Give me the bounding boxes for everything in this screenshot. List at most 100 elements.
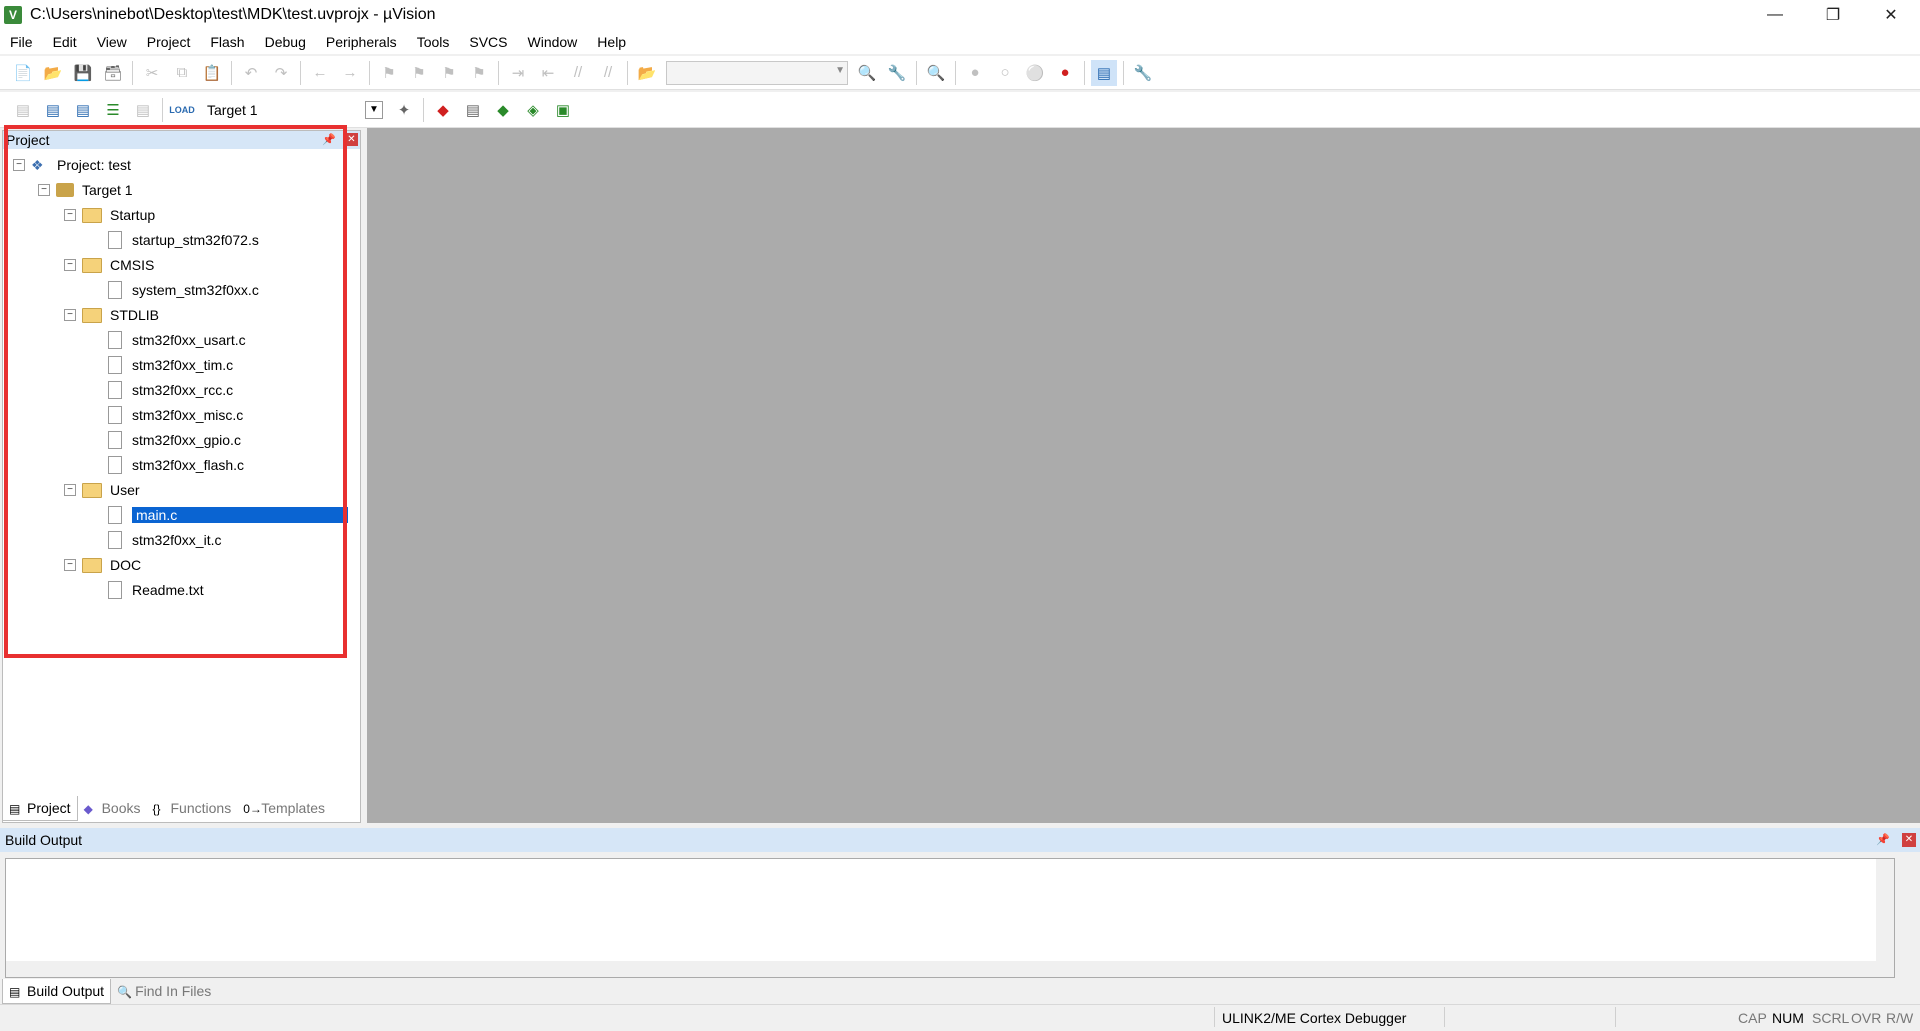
tree-item-target[interactable]: − Target 1 (38, 178, 133, 202)
file-extensions-icon[interactable]: ◆ (430, 97, 456, 123)
navigate-forward-icon[interactable]: → (337, 60, 363, 86)
tree-item-file[interactable]: Readme.txt (108, 578, 204, 602)
copy-icon[interactable]: ⧉ (169, 60, 195, 86)
uncomment-icon[interactable]: // (595, 60, 621, 86)
tree-item-folder[interactable]: − User (64, 478, 140, 502)
books-icon: ◆ (83, 802, 93, 816)
tree-item-file[interactable]: startup_stm32f072.s (108, 228, 259, 252)
close-icon[interactable]: ✕ (1862, 0, 1920, 30)
stop-build-icon[interactable]: ▤ (130, 97, 156, 123)
cut-icon[interactable]: ✂ (139, 60, 165, 86)
build-output-text[interactable] (5, 858, 1895, 978)
save-icon[interactable]: 💾 (70, 60, 96, 86)
tree-item-label: Readme.txt (132, 582, 204, 598)
bookmark-next-icon[interactable]: ⚑ (436, 60, 462, 86)
tab-templates[interactable]: 0→ Templates (237, 796, 331, 820)
panel-close-icon[interactable]: ✕ (345, 133, 358, 146)
pin-icon[interactable]: 📌 (322, 131, 336, 149)
breakpoint-disable-all-icon[interactable]: ⚪ (1022, 60, 1048, 86)
navigate-back-icon[interactable]: ← (307, 60, 333, 86)
manage-multi-project-icon[interactable]: ▤ (460, 97, 486, 123)
panel-close-icon[interactable]: ✕ (1902, 833, 1916, 847)
indent-icon[interactable]: ⇥ (505, 60, 531, 86)
tab-project[interactable]: ▤ Project (2, 795, 78, 821)
tree-item-folder[interactable]: − CMSIS (64, 253, 154, 277)
menu-peripherals[interactable]: Peripherals (316, 30, 407, 54)
find-icon[interactable]: 🔍 (854, 60, 880, 86)
menu-file[interactable]: File (0, 30, 43, 54)
menu-edit[interactable]: Edit (43, 30, 87, 54)
tree-item-file[interactable]: stm32f0xx_gpio.c (108, 428, 241, 452)
unindent-icon[interactable]: ⇤ (535, 60, 561, 86)
undo-icon[interactable]: ↶ (238, 60, 264, 86)
load-download-icon[interactable]: LOAD (169, 97, 195, 123)
redo-icon[interactable]: ↷ (268, 60, 294, 86)
breakpoint-kill-all-icon[interactable]: ● (1052, 60, 1078, 86)
new-file-icon[interactable]: 📄 (10, 60, 36, 86)
manage-run-time-environment-icon[interactable]: ◆ (490, 97, 516, 123)
collapse-icon[interactable]: − (64, 484, 76, 496)
menu-window[interactable]: Window (518, 30, 588, 54)
tree-item-file[interactable]: stm32f0xx_flash.c (108, 453, 244, 477)
bookmark-previous-icon[interactable]: ⚑ (406, 60, 432, 86)
tab-build-output[interactable]: ▤ Build Output (2, 978, 112, 1004)
tree-item-folder[interactable]: − DOC (64, 553, 141, 577)
target-select[interactable]: Target 1 ▼ (203, 99, 383, 121)
tab-functions[interactable]: {} Functions (147, 796, 238, 820)
tree-item-file[interactable]: stm32f0xx_misc.c (108, 403, 243, 427)
menu-flash[interactable]: Flash (200, 30, 254, 54)
tree-item-file[interactable]: main.c (108, 503, 348, 527)
breakpoint-insert-icon[interactable]: ● (962, 60, 988, 86)
collapse-icon[interactable]: − (64, 259, 76, 271)
debug-session-icon[interactable]: 🔍 (923, 60, 949, 86)
tree-item-file[interactable]: system_stm32f0xx.c (108, 278, 259, 302)
tree-item-file[interactable]: stm32f0xx_tim.c (108, 353, 233, 377)
save-all-icon[interactable]: 🗃 (100, 60, 126, 86)
editor-area[interactable] (367, 128, 1920, 823)
collapse-icon[interactable]: − (64, 559, 76, 571)
translate-icon[interactable]: ▤ (10, 97, 36, 123)
comment-icon[interactable]: // (565, 60, 591, 86)
target-options-icon[interactable]: ✦ (391, 97, 417, 123)
tree-item-file[interactable]: stm32f0xx_rcc.c (108, 378, 233, 402)
bookmark-clear-icon[interactable]: ⚑ (466, 60, 492, 86)
horizontal-scrollbar[interactable] (6, 961, 1894, 977)
configure-wrench-icon[interactable]: 🔧 (1130, 60, 1156, 86)
collapse-icon[interactable]: − (38, 184, 50, 196)
menu-view[interactable]: View (87, 30, 137, 54)
menu-help[interactable]: Help (587, 30, 636, 54)
breakpoint-enable-icon[interactable]: ○ (992, 60, 1018, 86)
menu-tools[interactable]: Tools (407, 30, 460, 54)
tree-item-folder[interactable]: − Startup (64, 203, 155, 227)
open-file-icon[interactable]: 📂 (40, 60, 66, 86)
find-in-files-icon[interactable]: 📂 (634, 60, 660, 86)
file-icon (108, 331, 122, 349)
collapse-icon[interactable]: − (64, 309, 76, 321)
menu-svcs[interactable]: SVCS (459, 30, 517, 54)
tab-books[interactable]: ◆ Books (78, 796, 147, 820)
pin-icon[interactable]: 📌 (1876, 828, 1890, 852)
batch-build-icon[interactable]: ☰ (100, 97, 126, 123)
tree-item-file[interactable]: stm32f0xx_usart.c (108, 328, 246, 352)
tree-item-folder[interactable]: − STDLIB (64, 303, 159, 327)
find-combo[interactable]: ▼ (666, 60, 848, 85)
tab-find-in-files[interactable]: 🔍 Find In Files (111, 979, 217, 1003)
tree-item-file[interactable]: stm32f0xx_it.c (108, 528, 221, 552)
pack-installer-icon[interactable]: ▣ (550, 97, 576, 123)
incremental-find-icon[interactable]: 🔧 (884, 60, 910, 86)
vertical-scrollbar[interactable] (1876, 859, 1894, 977)
collapse-icon[interactable]: − (13, 159, 25, 171)
paste-icon[interactable]: 📋 (199, 60, 225, 86)
bookmark-toggle-icon[interactable]: ⚑ (376, 60, 402, 86)
collapse-icon[interactable]: − (64, 209, 76, 221)
menu-debug[interactable]: Debug (255, 30, 316, 54)
window-layout-icon[interactable]: ▤ (1091, 59, 1117, 86)
menu-project[interactable]: Project (137, 30, 201, 54)
toolbar-separator (1123, 60, 1124, 85)
restore-icon[interactable]: ❐ (1804, 0, 1862, 30)
minimize-icon[interactable]: — (1746, 0, 1804, 30)
tree-item-project[interactable]: − ❖ Project: test (13, 153, 131, 177)
select-software-packs-icon[interactable]: ◈ (520, 97, 546, 123)
rebuild-icon[interactable]: ▤ (70, 97, 96, 123)
build-icon[interactable]: ▤ (40, 97, 66, 123)
